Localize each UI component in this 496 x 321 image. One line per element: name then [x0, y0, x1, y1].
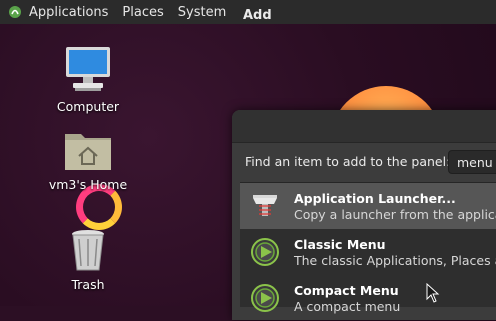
- item-description: Copy a launcher from the applicat: [294, 206, 496, 222]
- list-item-application-launcher[interactable]: Application Launcher... Copy a launcher …: [240, 183, 496, 229]
- list-item-compact-menu[interactable]: Compact Menu A compact menu: [240, 275, 496, 321]
- desktop-icon-home[interactable]: vm3's Home: [43, 128, 133, 192]
- dialog-title: Add: [243, 8, 272, 23]
- mouse-pointer-icon: [426, 283, 440, 303]
- computer-icon: [66, 47, 110, 91]
- menu-play-icon: [251, 238, 279, 266]
- system-menu[interactable]: System: [178, 5, 226, 20]
- item-name: Classic Menu: [294, 236, 386, 252]
- desktop-icon-trash[interactable]: Trash: [43, 228, 133, 292]
- desktop-icon-label: vm3's Home: [48, 177, 128, 192]
- list-item-classic-menu[interactable]: Classic Menu The classic Applications, P…: [240, 229, 496, 275]
- launcher-icon: [253, 195, 277, 216]
- item-description: A compact menu: [294, 298, 401, 314]
- item-name: Compact Menu: [294, 282, 399, 298]
- desktop-icon-computer[interactable]: Computer: [43, 44, 133, 114]
- applications-menu-icon[interactable]: [8, 5, 22, 19]
- trash-icon: [72, 230, 104, 271]
- desktop-icon-label: Computer: [56, 99, 120, 114]
- menu-play-icon: [251, 284, 279, 312]
- search-input[interactable]: [448, 150, 496, 174]
- home-folder-icon: [65, 134, 111, 170]
- find-label: Find an item to add to the panel:: [245, 154, 451, 169]
- dialog-header: [232, 110, 496, 143]
- item-name: Application Launcher...: [294, 190, 456, 206]
- panel-item-list: Application Launcher... Copy a launcher …: [240, 182, 496, 314]
- item-description: The classic Applications, Places an: [294, 252, 496, 268]
- desktop-icon-label: Trash: [71, 277, 105, 292]
- applications-menu[interactable]: Applications: [29, 5, 108, 20]
- places-menu[interactable]: Places: [122, 5, 163, 20]
